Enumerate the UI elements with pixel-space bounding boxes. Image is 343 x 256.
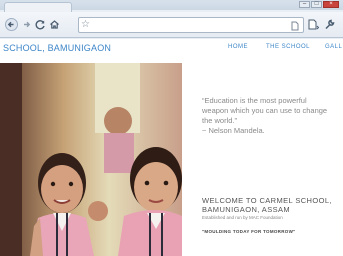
address-bar[interactable]: ☆ [78,17,304,33]
web-page: SCHOOL, BAMUNIGAON HOME THE SCHOOL GALL [0,39,343,256]
nav-the-school[interactable]: THE SCHOOL [266,44,310,50]
nav-home[interactable]: HOME [228,44,248,50]
star-icon[interactable]: ☆ [81,18,90,32]
site-header: SCHOOL, BAMUNIGAON HOME THE SCHOOL GALL [0,39,343,63]
minimize-button[interactable]: – [299,1,310,8]
page-icon[interactable] [306,18,320,31]
page-action-icon[interactable] [290,19,300,31]
wrench-icon[interactable] [323,18,336,31]
welcome-heading: WELCOME TO CARMEL SCHOOL, BAMUNIGAON, AS… [202,196,342,214]
hero-content: “Education is the most powerful weapon w… [182,63,343,256]
reload-icon[interactable] [34,18,47,31]
close-button[interactable]: × [323,1,339,8]
hero-photo [0,63,182,256]
quote-line: weapon which you can use to change [202,106,328,115]
arrow-left-icon[interactable] [5,18,18,31]
quote-attribution: ~ Nelson Mandela. [202,126,265,135]
nav-gallery[interactable]: GALL [325,44,342,50]
site-brand[interactable]: SCHOOL, BAMUNIGAON [3,43,111,53]
browser-toolbar: ☆ [0,12,343,38]
welcome-line: WELCOME TO CARMEL SCHOOL, [202,196,332,205]
welcome-line: BAMUNIGAON, ASSAM [202,205,291,214]
quote-line: “Education is the most powerful [202,96,307,105]
quote-text: “Education is the most powerful weapon w… [202,96,340,136]
browser-window: – □ × ☆ SCHOOL, BAMUNIGAON HOME THE SCHO… [0,0,343,256]
browser-tab[interactable] [4,2,72,12]
maximize-button[interactable]: □ [311,1,322,8]
title-bar: – □ × [0,0,343,12]
quote-line: the world.” [202,116,238,125]
home-icon[interactable] [48,18,61,31]
school-motto: "MOULDING TODAY FOR TOMORROW" [202,229,296,234]
established-text: Established and run by MAC Foundation [202,215,283,220]
window-controls: – □ × [299,1,339,8]
arrow-right-icon[interactable] [20,18,33,31]
